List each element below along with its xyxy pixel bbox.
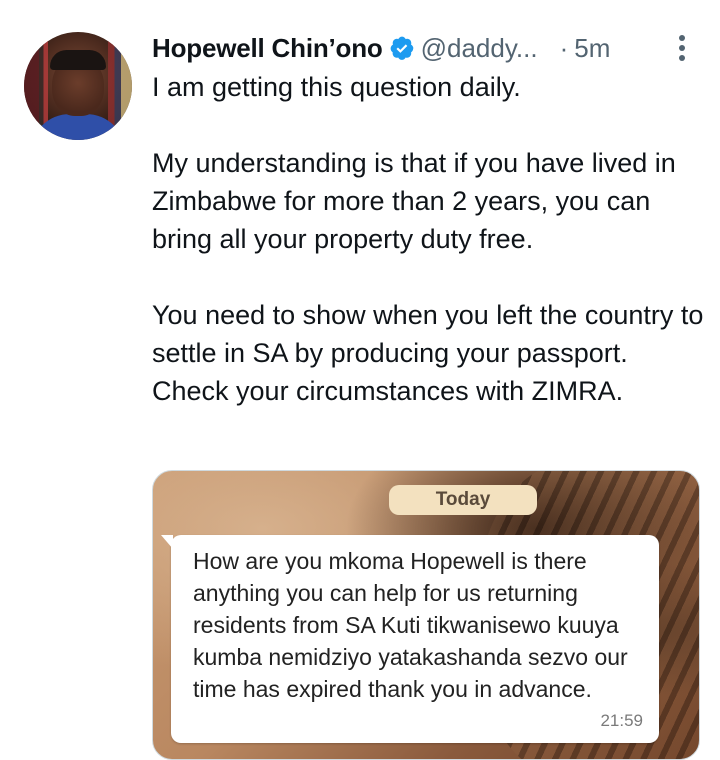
avatar[interactable]: [24, 32, 132, 140]
chat-message-time: 21:59: [600, 711, 643, 730]
author-handle[interactable]: @daddy...: [421, 33, 538, 64]
separator-dot: ·: [559, 32, 569, 63]
author-name[interactable]: Hopewell Chin’ono: [152, 33, 383, 64]
tweet[interactable]: Hopewell Chin’ono @daddy... · 5m I am ge…: [0, 0, 720, 760]
tweet-paragraph: My understanding is that if you have liv…: [152, 148, 676, 254]
tweet-paragraph: Check your circumstances with ZIMRA.: [152, 376, 624, 406]
chat-message-bubble: How are you mkoma Hopewell is there anyt…: [161, 535, 659, 743]
chat-message-text: How are you mkoma Hopewell is there anyt…: [193, 548, 628, 702]
tweet-image[interactable]: Today How are you mkoma Hopewell is ther…: [152, 470, 700, 760]
avatar-hair: [50, 50, 106, 70]
bubble-tail: [161, 535, 173, 549]
tweet-header: Hopewell Chin’ono @daddy... · 5m: [152, 28, 610, 68]
date-chip: Today: [389, 485, 537, 515]
tweet-text: I am getting this question daily. My und…: [152, 68, 712, 410]
verified-badge-icon: [389, 35, 415, 61]
more-vertical-icon[interactable]: [672, 30, 692, 66]
tweet-timestamp[interactable]: 5m: [574, 33, 610, 64]
tweet-paragraph: I am getting this question daily.: [152, 72, 521, 102]
tweet-paragraph: You need to show when you left the count…: [152, 300, 704, 368]
